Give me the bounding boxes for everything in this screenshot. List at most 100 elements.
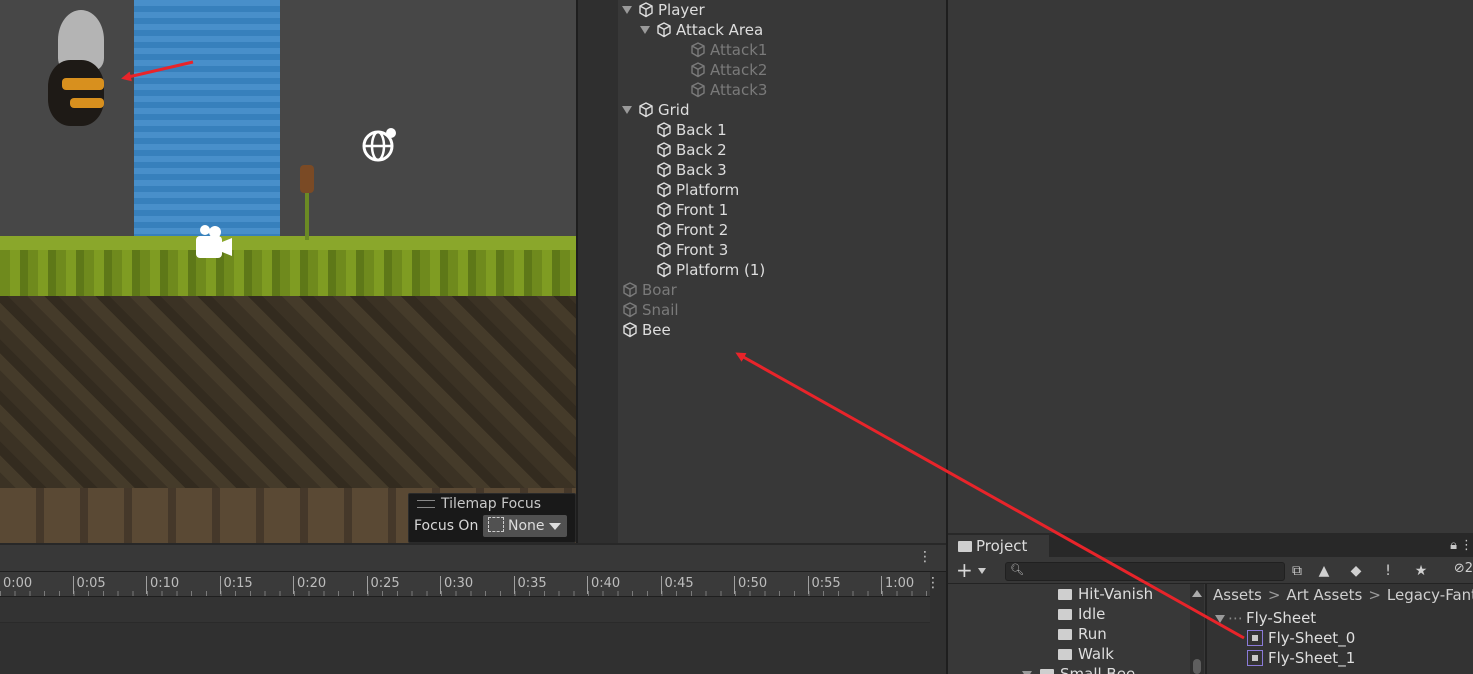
focus-on-dropdown[interactable]: None bbox=[483, 515, 567, 537]
tree-item-label: Idle bbox=[1078, 605, 1106, 623]
timeline-tick-label: 0:50 bbox=[734, 576, 767, 594]
tree-item-hit-vanish[interactable]: Hit-Vanish bbox=[1058, 584, 1153, 604]
hierarchy-item[interactable]: Attack3 bbox=[690, 80, 767, 100]
hierarchy-item[interactable]: Back 3 bbox=[656, 160, 727, 180]
tree-item-small-bee[interactable]: Small Bee bbox=[1022, 664, 1135, 674]
hierarchy-item-label: Grid bbox=[658, 101, 690, 119]
folder-icon bbox=[1058, 649, 1072, 660]
timeline-tick-label: 0:35 bbox=[513, 576, 547, 594]
hierarchy-item[interactable]: Bee bbox=[622, 320, 671, 340]
scroll-up-arrow-icon[interactable] bbox=[1192, 590, 1202, 597]
hierarchy-item[interactable]: Front 1 bbox=[656, 200, 728, 220]
timeline-tick-label: 0:40 bbox=[587, 576, 620, 594]
hierarchy-item-label: Front 3 bbox=[676, 241, 729, 259]
project-search-input[interactable]: 🔍︎ bbox=[1005, 562, 1285, 581]
gameobject-cube-icon bbox=[657, 182, 671, 198]
warning-icon[interactable]: ! bbox=[1377, 561, 1399, 581]
project-tabbar: Project 🔒︎ ⋮ bbox=[948, 535, 1473, 559]
hidden-packages-eye-icon[interactable]: ⊘2 bbox=[1454, 561, 1473, 576]
expand-triangle-icon[interactable] bbox=[622, 6, 632, 14]
hierarchy-item-label: Attack1 bbox=[710, 41, 768, 59]
gameobject-cube-icon bbox=[623, 322, 637, 338]
camera-icon[interactable] bbox=[192, 222, 234, 260]
timeline-tick-label: 0:30 bbox=[440, 576, 473, 594]
hidden-count: 2 bbox=[1464, 561, 1473, 576]
tree-item-label: Walk bbox=[1078, 645, 1114, 663]
hierarchy-item[interactable]: Boar bbox=[622, 280, 677, 300]
gameobject-cube-icon bbox=[657, 222, 671, 238]
timeline-tick-label: 0:10 bbox=[146, 576, 179, 594]
folder-icon bbox=[958, 541, 972, 552]
hierarchy-item[interactable]: Back 1 bbox=[656, 120, 727, 140]
dropdown-caret-icon bbox=[549, 523, 561, 530]
breadcrumb-art-assets[interactable]: Art Assets bbox=[1286, 586, 1362, 604]
timeline-tick-label: 0:15 bbox=[219, 576, 253, 594]
inspector-panel bbox=[948, 0, 1473, 533]
breadcrumb-assets[interactable]: Assets bbox=[1213, 586, 1262, 604]
gameobject-cube-icon bbox=[657, 22, 671, 38]
create-caret-icon[interactable] bbox=[978, 568, 986, 574]
search-by-type-icon[interactable]: ⧉ bbox=[1286, 561, 1308, 581]
kebab-menu-icon[interactable]: ⋮ bbox=[1460, 538, 1473, 553]
tab-project[interactable]: Project bbox=[948, 535, 1049, 559]
tree-item-idle[interactable]: Idle bbox=[1058, 604, 1105, 624]
favorite-star-icon[interactable]: ★ bbox=[1410, 561, 1432, 581]
hierarchy-item[interactable]: Attack Area bbox=[640, 20, 763, 40]
gameobject-cube-icon bbox=[691, 42, 705, 58]
timeline-tick-label: 0:45 bbox=[660, 576, 694, 594]
asset-fly-sheet[interactable]: ⋯ Fly-Sheet bbox=[1215, 608, 1316, 628]
expand-triangle-icon[interactable] bbox=[622, 106, 632, 114]
hierarchy-item-label: Front 2 bbox=[676, 221, 729, 239]
gameobject-cube-icon bbox=[657, 142, 671, 158]
expand-triangle-icon[interactable] bbox=[1215, 615, 1225, 623]
hierarchy-item-label: Bee bbox=[642, 321, 671, 339]
tilemap-focus-title[interactable]: Tilemap Focus bbox=[417, 496, 541, 512]
timeline-menu-icon[interactable]: ⋮ bbox=[918, 549, 932, 565]
hierarchy-item-label: Back 2 bbox=[676, 141, 727, 159]
hierarchy-item[interactable]: Snail bbox=[622, 300, 679, 320]
hierarchy-item[interactable]: Player bbox=[622, 0, 705, 20]
gameobject-cube-icon bbox=[639, 2, 653, 18]
expand-triangle-icon[interactable] bbox=[640, 26, 650, 34]
filter-by-type-icon[interactable]: ▲ bbox=[1313, 561, 1335, 581]
bee-sprite[interactable] bbox=[48, 60, 104, 126]
hierarchy-item[interactable]: Front 2 bbox=[656, 220, 728, 240]
asset-fly-sheet-0[interactable]: Fly-Sheet_0 bbox=[1247, 628, 1355, 648]
globe-icon[interactable] bbox=[362, 128, 396, 162]
gameobject-cube-icon bbox=[623, 282, 637, 298]
animation-timeline: ⋮ 0:00 0:05 0:10 0:15 0:20 0:25 0:30 0:35 0:40 0:… bbox=[0, 545, 946, 674]
tree-item-run[interactable]: Run bbox=[1058, 624, 1107, 644]
time-ruler[interactable]: 0:00 0:05 0:10 0:15 0:20 0:25 0:30 0:35 0:40 0:45… bbox=[0, 572, 930, 597]
ruler-menu-icon[interactable]: ⋮ bbox=[926, 575, 940, 591]
hierarchy-item[interactable]: Attack1 bbox=[690, 40, 767, 60]
filter-by-label-icon[interactable]: ◆ bbox=[1345, 561, 1367, 581]
scene-view[interactable]: Tilemap Focus Focus On None bbox=[0, 0, 576, 543]
hierarchy-item-label: Player bbox=[658, 1, 705, 19]
hierarchy-item[interactable]: Back 2 bbox=[656, 140, 727, 160]
timeline-tick-label: 0:00 bbox=[0, 576, 32, 594]
project-assets-view: Assets>Art Assets>Legacy-Fanta ⋯Fly-Shee… bbox=[1207, 584, 1473, 674]
asset-fly-sheet-1[interactable]: Fly-Sheet_1 bbox=[1247, 648, 1355, 668]
gameobject-cube-icon bbox=[657, 242, 671, 258]
hierarchy-item[interactable]: Front 3 bbox=[656, 240, 728, 260]
cattail-head bbox=[300, 165, 314, 193]
hierarchy-item-label: Back 3 bbox=[676, 161, 727, 179]
lock-icon[interactable]: 🔒︎ bbox=[1450, 538, 1457, 553]
hierarchy-item[interactable]: Platform (1) bbox=[656, 260, 765, 280]
project-panel: Project 🔒︎ ⋮ + 🔍︎ ⧉ ▲ ◆ ! ★ ⊘2 Hit-Vanis… bbox=[948, 535, 1473, 674]
gameobject-cube-icon bbox=[657, 202, 671, 218]
drag-grip-icon[interactable] bbox=[417, 500, 435, 508]
timeline-header: ⋮ bbox=[0, 545, 946, 572]
tilemap-focus-overlay: Tilemap Focus Focus On None bbox=[408, 493, 576, 543]
scroll-thumb[interactable] bbox=[1193, 659, 1201, 674]
create-plus-icon[interactable]: + bbox=[956, 560, 973, 580]
timeline-track[interactable] bbox=[0, 597, 930, 623]
focus-on-value: None bbox=[508, 518, 545, 534]
hierarchy-item[interactable]: Attack2 bbox=[690, 60, 767, 80]
hierarchy-item[interactable]: Platform bbox=[656, 180, 739, 200]
tree-scrollbar[interactable] bbox=[1190, 584, 1204, 674]
hierarchy-item[interactable]: Grid bbox=[622, 100, 689, 120]
tree-item-walk[interactable]: Walk bbox=[1058, 644, 1114, 664]
breadcrumb-legacy[interactable]: Legacy-Fanta bbox=[1387, 586, 1473, 604]
hierarchy-item-label: Platform bbox=[676, 181, 740, 199]
